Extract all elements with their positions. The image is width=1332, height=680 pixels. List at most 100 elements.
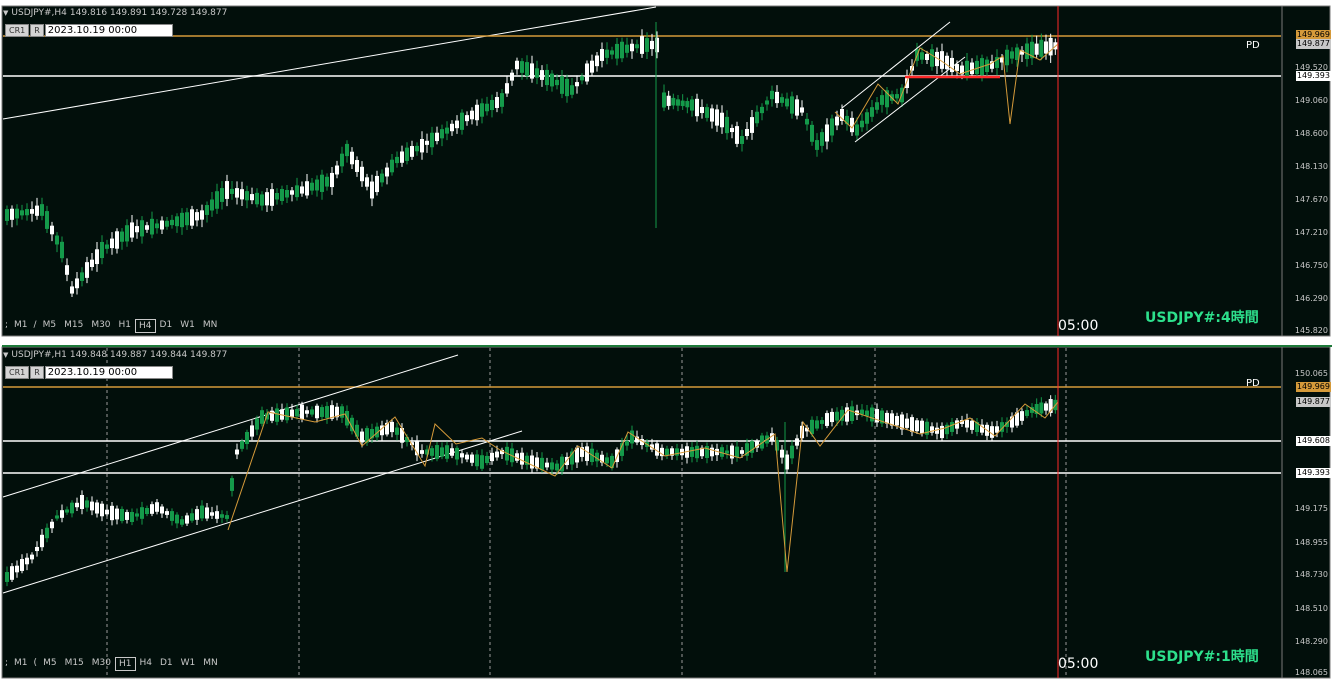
candle-body — [200, 505, 204, 519]
candle-body — [315, 405, 319, 419]
candle-body — [530, 455, 534, 469]
candle-body — [1039, 402, 1044, 414]
candle-body — [290, 190, 294, 195]
candle-body — [70, 286, 74, 294]
chart-title-h1: ▼ USDJPY#,H1 149.848 149.887 149.844 149… — [3, 350, 227, 360]
pd-price-tag: 149.969 — [1295, 382, 1331, 392]
chart-canvas-h1[interactable] — [0, 342, 1332, 680]
candle-body — [510, 72, 514, 81]
candle-body — [570, 85, 574, 95]
candle-body — [780, 449, 784, 458]
candle-body — [435, 445, 439, 459]
candle-body — [475, 454, 479, 467]
candle-body — [1048, 37, 1053, 56]
timeframe-h4[interactable]: H4 — [136, 657, 157, 669]
candle-body — [800, 107, 804, 113]
timeframe-h4[interactable]: H4 — [135, 319, 156, 333]
chart-window-h1[interactable]: ▼ USDJPY#,H1 149.848 149.887 149.844 149… — [0, 342, 1332, 680]
candle-body — [175, 216, 179, 227]
candle-body — [955, 420, 959, 429]
candle-body — [285, 407, 289, 421]
candle-body — [965, 60, 969, 78]
candle-body — [160, 220, 164, 230]
candle-body — [545, 69, 549, 86]
timeframe-m1[interactable]: M1 — [10, 319, 32, 331]
timeframe-bar-h1: ; M1(M5 M15 M30 H1 H4 D1 W1 MN — [3, 657, 222, 671]
candle-body — [20, 210, 24, 216]
axis-tick-label: 145.820 — [1294, 326, 1328, 335]
candle-body — [95, 502, 99, 514]
timeframe-d1[interactable]: D1 — [156, 319, 177, 331]
candle-body — [440, 129, 444, 139]
chart-canvas-h4[interactable] — [0, 0, 1332, 340]
date-input[interactable]: 2023.10.19 00:00 — [44, 24, 173, 37]
candle-body — [735, 126, 739, 144]
candle-body — [520, 61, 524, 73]
candle-body — [895, 416, 899, 426]
timeframe-m5[interactable]: M5 — [39, 319, 61, 331]
candle-body — [720, 112, 724, 128]
price-axis-h1[interactable]: 150.065 149.175 148.955 148.730 148.510 148.2… — [1284, 342, 1332, 680]
candle-body — [225, 515, 229, 519]
candle-body — [200, 210, 204, 220]
candle-body — [666, 95, 671, 106]
candle-body — [330, 172, 334, 188]
timeframe-h1[interactable]: H1 — [115, 657, 136, 671]
collapse-triangle-icon[interactable]: ▼ — [3, 9, 8, 17]
candle-body — [600, 49, 604, 61]
timeframe-w1[interactable]: W1 — [177, 657, 200, 669]
timeframe-m1[interactable]: M1 — [10, 657, 32, 669]
timeframe-m5[interactable]: M5 — [39, 657, 61, 669]
candle-body — [920, 420, 924, 434]
candle-body — [725, 116, 729, 134]
candle-body — [635, 44, 639, 49]
collapse-triangle-icon[interactable]: ▼ — [3, 351, 8, 359]
candle-body — [1039, 39, 1044, 57]
chart-window-h4[interactable]: ▼ USDJPY#,H4 149.816 149.891 149.728 149… — [0, 0, 1332, 340]
candle-body — [75, 502, 79, 508]
plot-area — [1, 346, 1283, 679]
cr1-button[interactable]: CR1 — [5, 366, 30, 379]
candle-body — [40, 204, 44, 216]
candle-body — [955, 63, 959, 72]
timeframe-m30[interactable]: M30 — [88, 657, 115, 669]
timeframe-d1[interactable]: D1 — [156, 657, 177, 669]
candle-body — [220, 514, 224, 518]
r-button[interactable]: R — [30, 366, 44, 379]
candle-body — [715, 109, 719, 126]
candle-body — [255, 418, 259, 430]
candle-body — [540, 457, 544, 471]
candle-body — [40, 534, 44, 548]
axis-tick-label: 146.290 — [1294, 294, 1328, 303]
candle-body — [55, 235, 59, 245]
candle-body — [610, 50, 614, 55]
time-label: 05:00 — [1058, 656, 1099, 672]
timeframe-m15[interactable]: M15 — [61, 657, 88, 669]
candle-body — [645, 38, 649, 52]
candle-body — [185, 212, 189, 226]
timeframe-h1[interactable]: H1 — [115, 319, 136, 331]
timeframe-m30[interactable]: M30 — [87, 319, 114, 331]
candle-body — [300, 186, 304, 194]
timeframe-mn[interactable]: MN — [199, 657, 222, 669]
candle-body — [680, 100, 685, 107]
candle-body — [820, 420, 824, 424]
candle-body — [575, 82, 579, 87]
candle-body — [165, 220, 169, 227]
candle-body — [210, 512, 214, 516]
candle-body — [625, 44, 629, 53]
cr1-button[interactable]: CR1 — [5, 24, 30, 37]
timeframe-m15[interactable]: M15 — [60, 319, 87, 331]
candle-body — [240, 441, 244, 449]
timeframe-mn[interactable]: MN — [199, 319, 222, 331]
r-button[interactable]: R — [30, 24, 44, 37]
candle-body — [50, 521, 54, 529]
candle-body — [420, 450, 424, 454]
candle-body — [550, 462, 554, 470]
price-axis-h4[interactable]: 149.520 149.060 148.600 148.130 147.670 147.2… — [1284, 0, 1332, 340]
candle-body — [205, 205, 209, 215]
date-input[interactable]: 2023.10.19 00:00 — [44, 366, 173, 379]
candle-body — [825, 124, 829, 142]
timeframe-w1[interactable]: W1 — [176, 319, 199, 331]
level-price-tag: 149.393 — [1295, 71, 1331, 81]
